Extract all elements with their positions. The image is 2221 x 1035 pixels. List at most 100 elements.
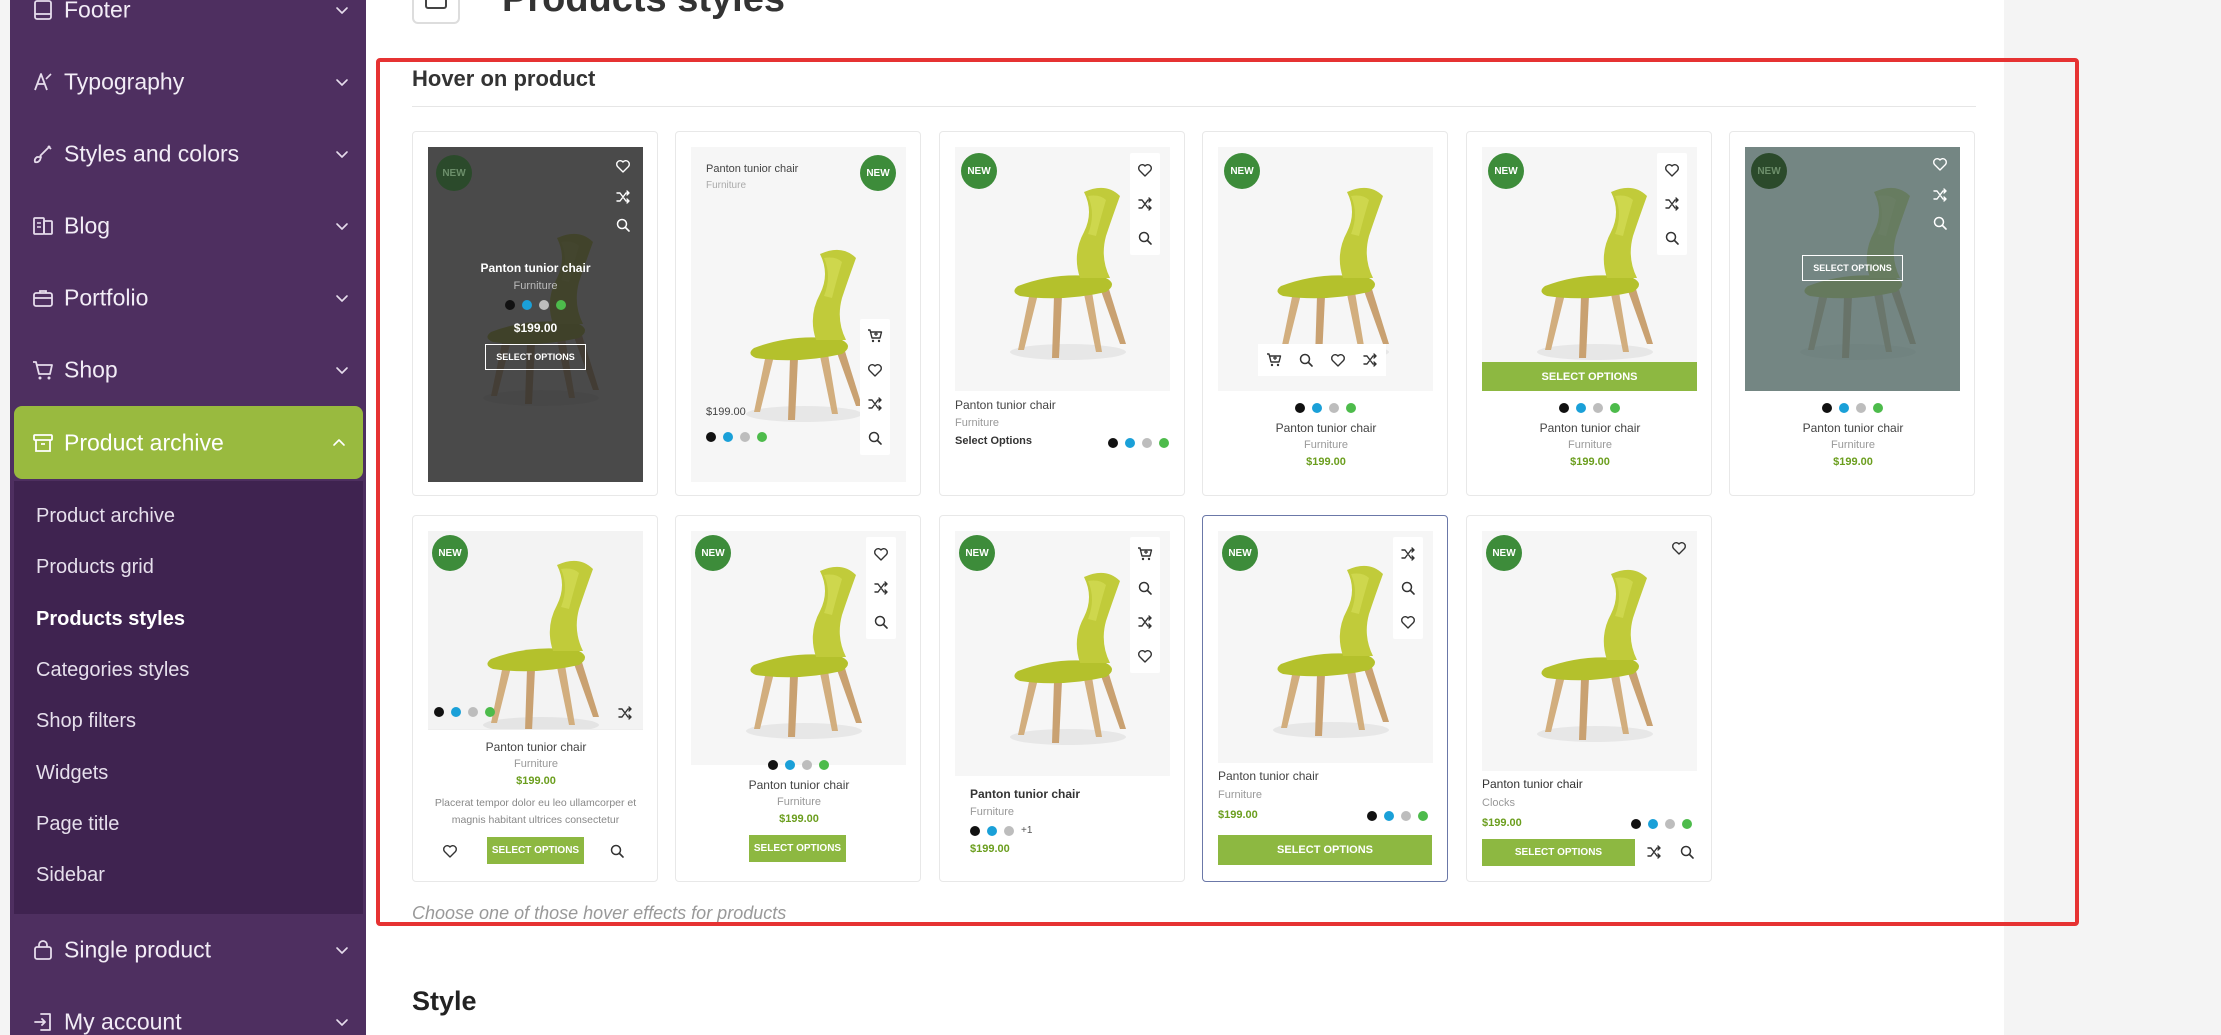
heart-icon[interactable] [1393, 605, 1423, 639]
shuffle-icon[interactable] [1130, 605, 1160, 639]
heart-icon[interactable] [1130, 153, 1160, 187]
swatch-green[interactable] [819, 760, 829, 770]
swatch-gray[interactable] [1142, 438, 1152, 448]
search-icon[interactable] [1393, 571, 1423, 605]
select-options-link[interactable]: Select Options [955, 435, 1032, 447]
sidebar-item-single-product[interactable]: Single product [10, 920, 366, 980]
product-name[interactable]: Panton tunior chair [1730, 421, 1974, 435]
heart-icon[interactable] [1130, 639, 1160, 673]
select-options-button[interactable]: SELECT OPTIONS [487, 837, 584, 864]
shuffle-icon[interactable] [860, 387, 890, 421]
swatch-blue[interactable] [723, 432, 733, 442]
swatch-green[interactable] [1418, 811, 1428, 821]
swatch-blue[interactable] [1312, 403, 1322, 413]
sidebar-item-footer[interactable]: Footer [10, 0, 366, 40]
hover-style-option-8[interactable]: NEW Panton tunior chair Furniture $199.0… [675, 515, 921, 882]
heart-icon[interactable] [1322, 344, 1354, 376]
search-icon[interactable] [860, 421, 890, 455]
shuffle-icon[interactable] [1354, 344, 1386, 376]
sidebar-item-my-account[interactable]: My account [10, 992, 366, 1035]
submenu-item-page-title[interactable]: Page title [36, 813, 119, 836]
swatch-black[interactable] [706, 432, 716, 442]
hover-style-option-11[interactable]: NEW Panton tunior chair Clocks $199.00 S… [1466, 515, 1712, 882]
search-icon[interactable] [1672, 835, 1702, 869]
swatch-gray[interactable] [1329, 403, 1339, 413]
search-icon[interactable] [602, 834, 632, 868]
sidebar-item-shop[interactable]: Shop [10, 340, 366, 400]
heart-icon[interactable] [435, 834, 465, 868]
shuffle-icon[interactable] [866, 571, 896, 605]
sidebar-item-styles-and-colors[interactable]: Styles and colors [10, 124, 366, 184]
swatch-gray[interactable] [740, 432, 750, 442]
product-name[interactable]: Panton tunior chair [413, 740, 657, 754]
heart-icon[interactable] [1657, 153, 1687, 187]
swatch-blue[interactable] [1648, 819, 1658, 829]
product-name[interactable]: Panton tunior chair [1203, 421, 1447, 435]
swatch-black[interactable] [1367, 811, 1377, 821]
heart-icon[interactable] [1925, 147, 1955, 181]
hover-style-option-9[interactable]: NEW Panton tunior chair Furniture +1 $19… [939, 515, 1185, 882]
product-name[interactable]: Panton tunior chair [970, 787, 1080, 801]
swatch-gray[interactable] [1401, 811, 1411, 821]
sidebar-item-product-archive[interactable]: Product archive [14, 406, 363, 479]
product-name[interactable]: Panton tunior chair [1467, 421, 1711, 435]
swatch-black[interactable] [434, 707, 444, 717]
swatch-green[interactable] [556, 300, 566, 310]
submenu-item-product-archive[interactable]: Product archive [36, 505, 175, 528]
submenu-item-sidebar[interactable]: Sidebar [36, 864, 105, 887]
sidebar-item-portfolio[interactable]: Portfolio [10, 268, 366, 328]
select-options-button[interactable]: SELECT OPTIONS [1802, 255, 1903, 281]
swatch-gray[interactable] [1593, 403, 1603, 413]
swatch-blue[interactable] [1384, 811, 1394, 821]
sidebar-item-typography[interactable]: Typography [10, 52, 366, 112]
hover-style-option-3[interactable]: NEW Panton tunior chair Furniture Select… [939, 131, 1185, 496]
swatch-black[interactable] [1295, 403, 1305, 413]
search-icon[interactable] [866, 605, 896, 639]
swatch-black[interactable] [1631, 819, 1641, 829]
hover-style-option-4[interactable]: NEW Panton tunior chair Furniture $199.0… [1202, 131, 1448, 496]
swatch-green[interactable] [1682, 819, 1692, 829]
swatch-green[interactable] [1159, 438, 1169, 448]
more-colors-count[interactable]: +1 [1021, 825, 1032, 836]
sidebar-item-blog[interactable]: Blog [10, 196, 366, 256]
hover-style-option-6[interactable]: NEW SELECT OPTIONS Panton tunior chair F… [1729, 131, 1975, 496]
swatch-green[interactable] [1873, 403, 1883, 413]
swatch-blue[interactable] [987, 825, 997, 836]
swatch-green[interactable] [1610, 403, 1620, 413]
swatch-blue[interactable] [451, 707, 461, 717]
heart-icon[interactable] [1664, 531, 1694, 565]
swatch-gray[interactable] [1856, 403, 1866, 413]
swatch-gray[interactable] [1665, 819, 1675, 829]
select-options-button[interactable]: SELECT OPTIONS [1482, 839, 1635, 866]
search-icon[interactable] [608, 211, 638, 239]
submenu-item-products-styles[interactable]: Products styles [36, 608, 185, 631]
submenu-item-products-grid[interactable]: Products grid [36, 556, 154, 579]
add-to-cart-icon[interactable] [1258, 344, 1290, 376]
hover-style-option-5[interactable]: NEW SELECT OPTIONS Panton tunior chair F… [1466, 131, 1712, 496]
swatch-green[interactable] [485, 707, 495, 717]
swatch-black[interactable] [1822, 403, 1832, 413]
hover-style-option-7[interactable]: NEW Panton tunior chair Furniture $199.0… [412, 515, 658, 882]
product-name[interactable]: Panton tunior chair [676, 778, 920, 792]
swatch-blue[interactable] [1839, 403, 1849, 413]
hover-style-option-1[interactable]: NEW Panton tunior chair Furniture $199.0… [412, 131, 658, 496]
product-name[interactable]: Panton tunior chair [428, 261, 643, 275]
swatch-blue[interactable] [522, 300, 532, 310]
swatch-gray[interactable] [802, 760, 812, 770]
product-name[interactable]: Panton tunior chair [955, 398, 1056, 412]
swatch-blue[interactable] [1576, 403, 1586, 413]
select-options-button[interactable]: SELECT OPTIONS [1218, 835, 1432, 865]
submenu-item-widgets[interactable]: Widgets [36, 762, 108, 785]
swatch-gray[interactable] [1004, 825, 1014, 836]
shuffle-icon[interactable] [608, 183, 638, 211]
product-name[interactable]: Panton tunior chair [1218, 769, 1319, 783]
swatch-black[interactable] [970, 825, 980, 836]
swatch-green[interactable] [1346, 403, 1356, 413]
add-to-cart-icon[interactable] [860, 319, 890, 353]
product-name[interactable]: Panton tunior chair [706, 163, 798, 175]
hover-style-option-10[interactable]: NEW Panton tunior chair Furniture $199.0… [1202, 515, 1448, 882]
search-icon[interactable] [1657, 221, 1687, 255]
shuffle-icon[interactable] [610, 696, 640, 730]
product-name[interactable]: Panton tunior chair [1482, 777, 1583, 791]
swatch-black[interactable] [1108, 438, 1118, 448]
